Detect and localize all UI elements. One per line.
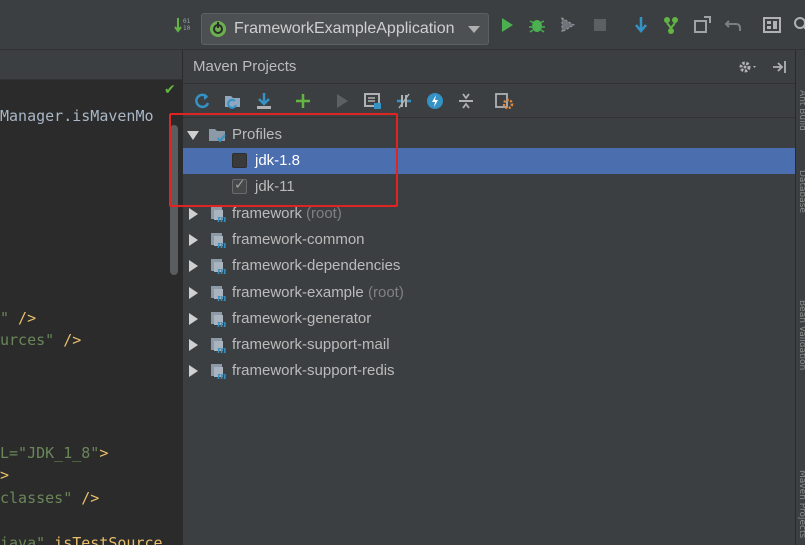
svg-text:m: m [217,294,227,302]
editor-tab-strip [0,50,182,80]
tree-node-project[interactable]: m framework-example (root) [183,280,796,306]
svg-text:m: m [217,267,227,275]
tool-window-tab[interactable]: Database [797,170,805,213]
toggle-offline-icon[interactable] [394,91,414,111]
chevron-right-icon[interactable] [189,208,198,220]
annotation-highlight-box [169,113,398,207]
code-line: iava" isTestSource [0,534,163,545]
maven-panel-header: Maven Projects [183,50,796,84]
chevron-right-icon[interactable] [189,365,198,377]
vcs-update-icon[interactable] [631,15,651,35]
run-maven-build-icon[interactable] [332,91,352,111]
code-line: > [0,466,10,484]
tree-node-project[interactable]: m framework-dependencies [183,253,796,279]
tool-window-tab[interactable]: Maven Projects [797,470,805,538]
code-line: " /> [0,309,37,327]
chevron-down-icon [468,25,480,33]
panel-title: Maven Projects [193,58,297,75]
run-configuration-label: FrameworkExampleApplication [234,20,455,37]
sort-icon[interactable]: 01 10 [173,15,193,35]
chevron-right-icon[interactable] [189,234,198,246]
code-editor[interactable]: ✔ Manager.isMavenMo " /> urces" /> L="JD… [0,50,182,545]
maven-module-icon: m [210,205,228,225]
project-label: framework-support-redis [232,362,395,379]
code-line: L="JDK_1_8"> [0,444,109,462]
right-tool-strip: Ant Build Database Bean Validation Maven… [795,50,805,545]
vcs-push-icon[interactable] [692,15,712,35]
maven-module-icon: m [210,310,228,330]
project-label: framework-common [232,231,365,248]
project-suffix: (root) [306,205,342,222]
project-label: framework-example [232,284,364,301]
tree-node-project[interactable]: m framework-support-redis [183,358,796,384]
project-label: framework-dependencies [232,257,401,274]
maven-module-icon: m [210,336,228,356]
hide-panel-icon[interactable] [771,58,789,80]
svg-text:m: m [217,346,227,354]
gear-icon[interactable] [737,58,759,80]
reimport-icon[interactable] [192,91,212,111]
collapse-all-icon[interactable] [456,91,476,111]
svg-text:01: 01 [183,18,191,25]
debug-icon[interactable] [527,15,547,35]
tool-window-tab[interactable]: Bean Validation [797,300,805,370]
spring-boot-icon [208,19,228,39]
tool-window-tab[interactable]: Ant Build [797,90,805,131]
chevron-right-icon[interactable] [189,339,198,351]
code-line: Manager.isMavenMo [0,107,154,125]
maven-module-icon: m [210,257,228,277]
svg-text:m: m [217,372,227,380]
add-maven-project-icon[interactable] [293,91,313,111]
run-icon[interactable] [497,15,517,35]
vcs-commit-icon[interactable] [661,15,681,35]
maven-settings-icon[interactable] [494,91,514,111]
run-configuration-dropdown[interactable]: FrameworkExampleApplication [201,13,489,45]
chevron-right-icon[interactable] [189,287,198,299]
svg-text:m: m [217,320,227,328]
project-suffix: (root) [368,284,404,301]
tree-node-project[interactable]: m framework-generator [183,306,796,332]
generate-sources-icon[interactable] [223,91,243,111]
search-everywhere-icon[interactable] [792,15,805,35]
execute-goal-icon[interactable] [363,91,383,111]
chevron-right-icon[interactable] [189,313,198,325]
coverage-icon[interactable] [558,15,578,35]
inspection-ok-icon: ✔ [164,82,176,98]
main-toolbar: 01 10 FrameworkExampleApplication [0,0,805,50]
project-label: framework [232,205,303,222]
chevron-right-icon[interactable] [189,260,198,272]
project-label: framework-generator [232,310,372,327]
maven-module-icon: m [210,231,228,251]
svg-text:m: m [217,241,227,249]
tree-node-project[interactable]: m framework-support-mail [183,332,796,358]
stop-icon[interactable] [590,15,610,35]
tree-node-project[interactable]: m framework-common [183,227,796,253]
download-sources-icon[interactable] [254,91,274,111]
project-label: framework-support-mail [232,336,390,353]
svg-text:10: 10 [183,25,191,32]
project-structure-icon[interactable] [762,15,782,35]
maven-module-icon: m [210,284,228,304]
code-line: urces" /> [0,331,82,349]
maven-module-icon: m [210,362,228,382]
svg-text:m: m [217,215,227,223]
skip-tests-icon[interactable] [425,91,445,111]
code-line: classes" /> [0,489,100,507]
undo-icon[interactable] [723,15,743,35]
